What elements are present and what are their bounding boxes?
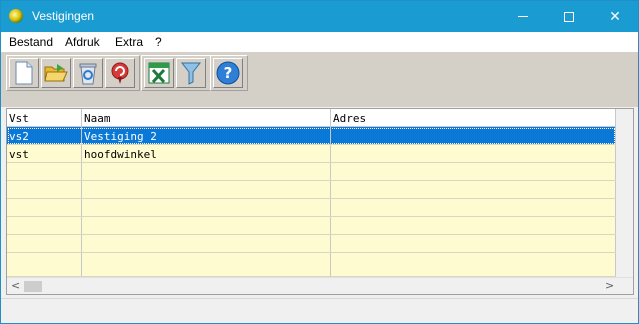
maximize-icon [564,11,574,22]
menu-extra[interactable]: Extra [115,35,143,49]
empty-cell [82,199,331,216]
table-row[interactable]: vs2 Vestiging 2 [7,127,616,145]
column-header-vst[interactable]: Vst [7,109,82,126]
open-button[interactable] [41,58,71,88]
excel-export-button[interactable] [144,58,174,88]
new-button[interactable] [9,58,39,88]
empty-cell [82,181,331,198]
menu-bar: Bestand Afdruk Extra ? [1,32,638,51]
toolbar: ? [1,51,638,93]
branches-grid[interactable]: Vst Naam Adres vs2 Vestiging 2 vst hoofd… [6,108,634,295]
empty-row[interactable] [7,253,616,277]
cell-vst: vst [7,145,82,162]
menu-bestand[interactable]: Bestand [9,35,53,49]
empty-cell [331,199,616,216]
toolbar-group-data [141,55,211,91]
empty-cell [7,181,82,198]
empty-row[interactable] [7,217,616,235]
toolbar-group-help: ? [210,55,248,91]
cell-adres [331,145,616,162]
empty-cell [7,217,82,234]
horizontal-scroll-thumb[interactable] [24,281,42,292]
empty-cell [82,253,331,276]
vertical-scrollbar[interactable] [616,109,633,277]
delete-button[interactable] [73,58,103,88]
menu-help[interactable]: ? [155,35,162,49]
filter-icon [180,62,202,85]
empty-cell [7,163,82,180]
cell-naam: hoofdwinkel [82,145,331,162]
cell-naam: Vestiging 2 [82,127,331,144]
scroll-right-icon[interactable]: > [605,279,614,292]
empty-row[interactable] [7,199,616,217]
open-folder-icon [44,64,68,82]
window-title: Vestigingen [32,9,95,23]
scroll-left-icon[interactable]: < [11,279,20,292]
undo-icon [111,62,129,84]
empty-cell [82,163,331,180]
cell-adres [331,127,616,144]
empty-cell [7,199,82,216]
empty-cell [7,253,82,276]
svg-text:?: ? [224,64,233,82]
empty-cell [82,217,331,234]
empty-row[interactable] [7,235,616,253]
minimize-icon [518,16,528,17]
grid-header: Vst Naam Adres [7,109,616,127]
close-button[interactable]: ✕ [592,1,638,32]
maximize-button[interactable] [546,1,592,32]
recycle-bin-icon [79,63,97,85]
new-document-icon [15,61,33,85]
menu-afdruk[interactable]: Afdruk [65,35,100,49]
minimize-button[interactable] [500,1,546,32]
cell-vst: vs2 [7,127,82,144]
app-icon [9,9,23,23]
table-row[interactable]: vst hoofdwinkel [7,145,616,163]
excel-export-icon [148,62,170,84]
undo-button[interactable] [105,58,135,88]
status-bar [1,298,638,323]
vestigingen-window: Vestigingen ✕ Bestand Afdruk Extra ? ? V… [0,0,639,324]
empty-cell [331,163,616,180]
empty-cell [7,235,82,252]
empty-cell [82,235,331,252]
empty-cell [331,217,616,234]
toolbar-group-edit [6,55,140,91]
title-bar[interactable]: Vestigingen ✕ [1,1,638,32]
empty-cell [331,253,616,276]
vertical-scroll-thumb[interactable] [619,111,630,275]
column-header-adres[interactable]: Adres [331,109,616,126]
empty-row[interactable] [7,181,616,199]
empty-row[interactable] [7,163,616,181]
separator-strip [1,93,638,107]
help-button[interactable]: ? [213,58,243,88]
filter-button[interactable] [176,58,206,88]
help-icon: ? [216,61,240,85]
horizontal-scrollbar[interactable]: < > [7,277,633,294]
empty-cell [331,235,616,252]
empty-cell [331,181,616,198]
column-header-naam[interactable]: Naam [82,109,331,126]
close-icon: ✕ [609,8,621,24]
